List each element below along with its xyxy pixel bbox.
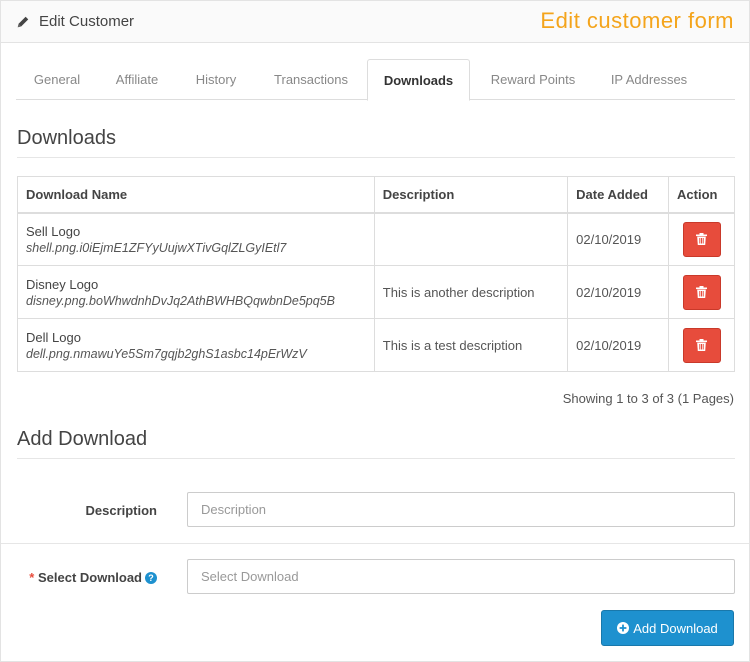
description-cell [373, 212, 569, 266]
download-name-cell: Disney Logo disney.png.boWhwdnhDvJq2AthB… [17, 265, 375, 319]
column-header-description: Description [373, 176, 569, 214]
action-cell [668, 212, 735, 266]
download-name: Disney Logo [26, 276, 99, 292]
table-row: Sell Logo shell.png.i0iEjmE1ZFYyUujwXTiv… [17, 212, 735, 266]
pagination-info: Showing 1 to 3 of 3 (1 Pages) [562, 391, 734, 406]
action-cell [668, 318, 735, 372]
date-added-cell: 02/10/2019 [567, 212, 670, 266]
edit-customer-panel: Edit Customer Edit customer form General… [0, 0, 750, 662]
column-header-date-added: Date Added [567, 176, 670, 214]
trash-icon [696, 339, 707, 351]
column-header-download-name: Download Name [17, 176, 375, 214]
add-download-button[interactable]: Add Download [601, 610, 734, 646]
panel-heading: Edit Customer Edit customer form [1, 1, 749, 43]
download-filename: dell.png.nmawuYe5Sm7gqjb2ghS1asbc14pErWz… [26, 346, 307, 361]
pencil-icon [17, 16, 29, 28]
download-filename: disney.png.boWhwdnhDvJq2AthBWHBQqwbnDe5p… [26, 293, 335, 308]
download-name-cell: Dell Logo dell.png.nmawuYe5Sm7gqjb2ghS1a… [17, 318, 375, 372]
table-header-row: Download Name Description Date Added Act… [17, 176, 735, 214]
table-row: Disney Logo disney.png.boWhwdnhDvJq2AthB… [17, 265, 735, 319]
downloads-table: Download Name Description Date Added Act… [17, 176, 735, 372]
section-divider [17, 458, 735, 459]
trash-icon [696, 286, 707, 298]
download-name-cell: Sell Logo shell.png.i0iEjmE1ZFYyUujwXTiv… [17, 212, 375, 266]
required-indicator: * [29, 570, 35, 585]
tab-general[interactable]: General [16, 59, 98, 100]
description-cell: This is a test description [373, 318, 569, 372]
panel-title: Edit Customer [39, 13, 135, 30]
download-name: Sell Logo [26, 223, 81, 239]
add-download-button-label: Add Download [633, 620, 718, 636]
plus-circle-icon [617, 622, 630, 634]
select-download-input[interactable] [187, 559, 735, 594]
annotation-label: Edit customer form [540, 8, 734, 33]
section-divider [17, 157, 735, 158]
description-input[interactable] [187, 492, 735, 527]
tab-affiliate[interactable]: Affiliate [98, 59, 176, 100]
description-cell: This is another description [373, 265, 569, 319]
action-cell [668, 265, 735, 319]
download-filename: shell.png.i0iEjmE1ZFYyUujwXTivGqlZLGyIEt… [26, 240, 287, 255]
tab-ip-addresses[interactable]: IP Addresses [594, 59, 704, 100]
column-header-action: Action [668, 176, 735, 214]
delete-download-button[interactable] [682, 274, 721, 310]
help-icon[interactable]: ? [145, 572, 157, 584]
customer-tabs: General Affiliate History Transactions D… [16, 59, 735, 101]
form-divider [1, 543, 749, 544]
delete-download-button[interactable] [682, 221, 721, 257]
download-name: Dell Logo [26, 329, 81, 345]
date-added-cell: 02/10/2019 [567, 318, 670, 372]
tab-history[interactable]: History [176, 59, 256, 100]
date-added-cell: 02/10/2019 [567, 265, 670, 319]
tab-reward-points[interactable]: Reward Points [472, 59, 594, 100]
delete-download-button[interactable] [682, 327, 721, 363]
trash-icon [696, 233, 707, 246]
add-download-section-title: Add Download [17, 428, 148, 450]
table-row: Dell Logo dell.png.nmawuYe5Sm7gqjb2ghS1a… [17, 318, 735, 372]
downloads-section-title: Downloads [17, 127, 116, 149]
select-download-label-text: Select Download [37, 570, 142, 585]
select-download-label: * Select Download? [17, 570, 157, 585]
description-label: Description [85, 503, 157, 518]
tab-downloads[interactable]: Downloads [367, 59, 470, 101]
tab-transactions[interactable]: Transactions [256, 59, 366, 100]
